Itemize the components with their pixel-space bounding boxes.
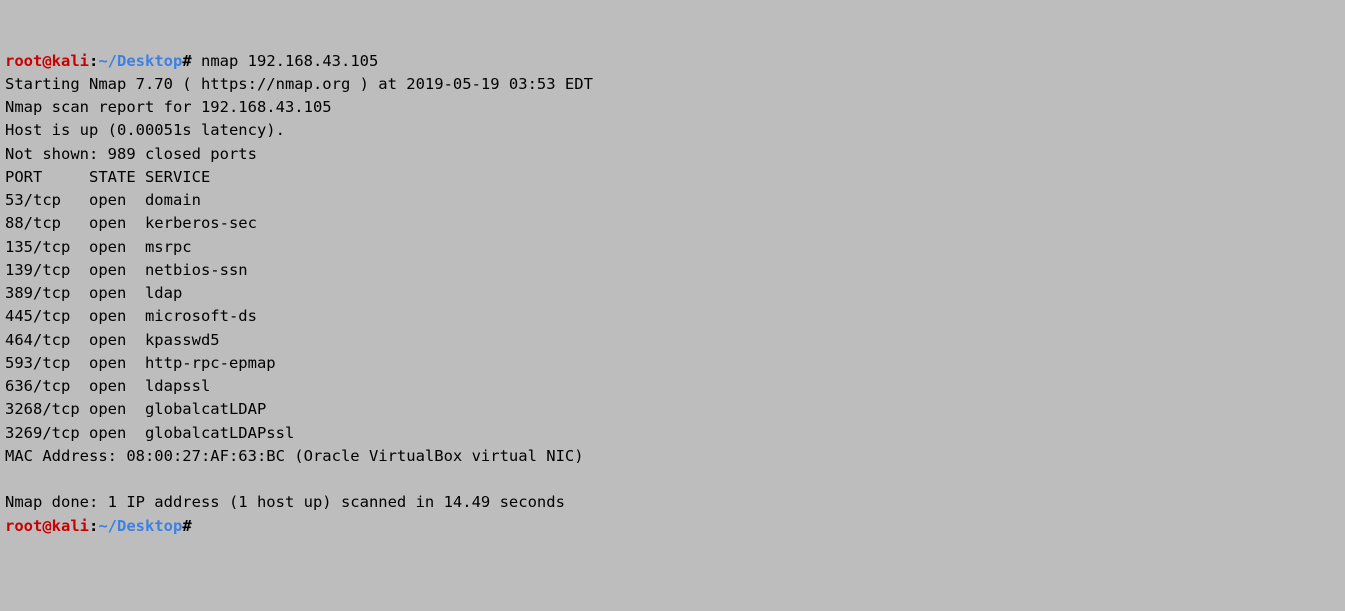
prompt-path: ~/Desktop [98,52,182,70]
output-line: Not shown: 989 closed ports [5,145,257,163]
port-row: 3269/tcp open globalcatLDAPssl [5,424,294,442]
prompt-hash: # [182,52,191,70]
port-row: 88/tcp open kerberos-sec [5,214,257,232]
port-row: 593/tcp open http-rpc-epmap [5,354,276,372]
output-line: MAC Address: 08:00:27:AF:63:BC (Oracle V… [5,447,584,465]
port-header: PORT STATE SERVICE [5,168,210,186]
port-row: 139/tcp open netbios-ssn [5,261,248,279]
prompt-user: root@kali [5,52,89,70]
port-row: 3268/tcp open globalcatLDAP [5,400,266,418]
prompt-colon: : [89,52,98,70]
output-line: Host is up (0.00051s latency). [5,121,285,139]
port-row: 636/tcp open ldapssl [5,377,210,395]
terminal-output[interactable]: root@kali:~/Desktop# nmap 192.168.43.105… [5,50,1340,538]
port-row: 135/tcp open msrpc [5,238,192,256]
port-row: 445/tcp open microsoft-ds [5,307,257,325]
output-line: Nmap scan report for 192.168.43.105 [5,98,332,116]
output-line: Nmap done: 1 IP address (1 host up) scan… [5,493,565,511]
port-row: 464/tcp open kpasswd5 [5,331,220,349]
port-row: 389/tcp open ldap [5,284,182,302]
output-line: Starting Nmap 7.70 ( https://nmap.org ) … [5,75,593,93]
command-text: nmap 192.168.43.105 [192,52,379,70]
port-row: 53/tcp open domain [5,191,201,209]
